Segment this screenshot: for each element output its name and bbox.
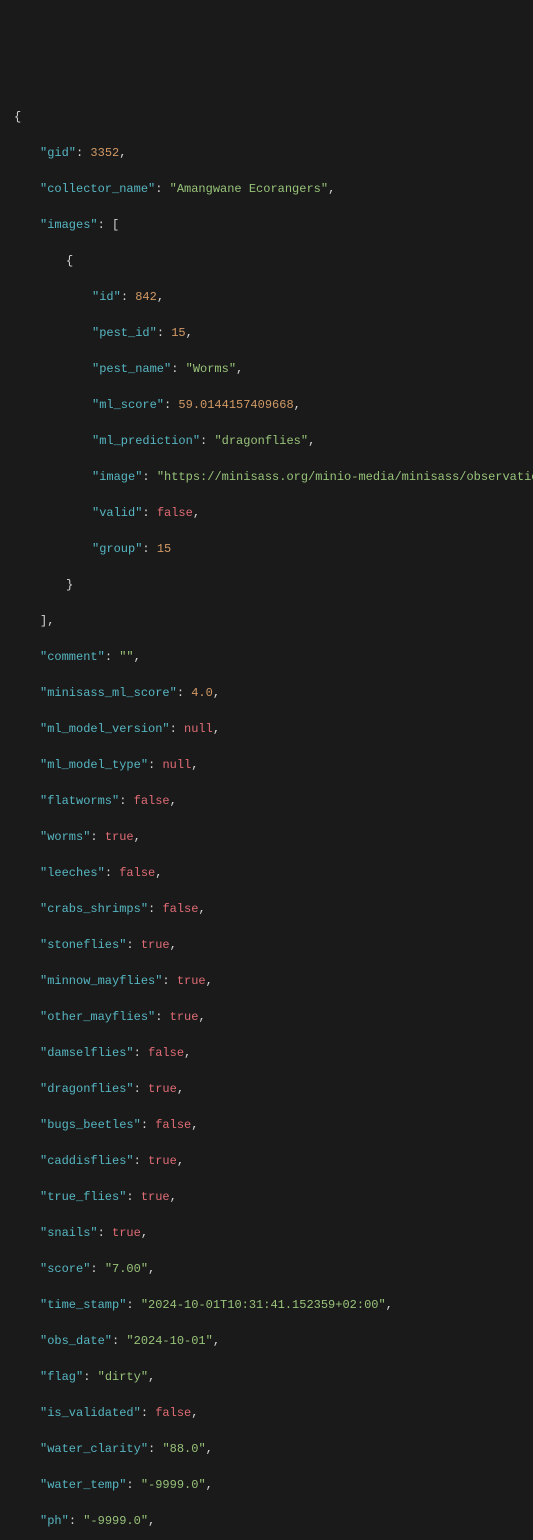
json-field: "bugs_beetles": false, [14,1116,533,1134]
json-field: "water_clarity": "88.0", [14,1440,533,1458]
json-field: "minisass_ml_score": 4.0, [14,684,533,702]
json-field: "dragonflies": true, [14,1080,533,1098]
json-field: "collector_name": "Amangwane Ecorangers"… [14,180,533,198]
json-field: "snails": true, [14,1224,533,1242]
json-field: "ml_model_type": null, [14,756,533,774]
json-field: "pest_name": "Worms", [14,360,533,378]
brace-open: { [14,252,533,270]
json-field: "image": "https://minisass.org/minio-med… [14,468,533,486]
json-field: "gid": 3352, [14,144,533,162]
json-field: "images": [ [14,216,533,234]
brace-close: } [14,576,533,594]
json-field: "is_validated": false, [14,1404,533,1422]
json-field: "id": 842, [14,288,533,306]
json-field: "ml_model_version": null, [14,720,533,738]
json-field: "valid": false, [14,504,533,522]
json-field: "true_flies": true, [14,1188,533,1206]
json-field: "time_stamp": "2024-10-01T10:31:41.15235… [14,1296,533,1314]
json-field: "score": "7.00", [14,1260,533,1278]
json-field: "group": 15 [14,540,533,558]
json-field: "other_mayflies": true, [14,1008,533,1026]
json-field: "leeches": false, [14,864,533,882]
brace-open: { [14,108,533,126]
json-field: "minnow_mayflies": true, [14,972,533,990]
json-field: "ml_prediction": "dragonflies", [14,432,533,450]
json-field: "pest_id": 15, [14,324,533,342]
json-field: "worms": true, [14,828,533,846]
json-code-block: { "gid": 3352, "collector_name": "Amangw… [14,90,533,1540]
json-field: "ml_score": 59.0144157409668, [14,396,533,414]
json-field: "ph": "-9999.0", [14,1512,533,1530]
json-field: "crabs_shrimps": false, [14,900,533,918]
json-field: "comment": "", [14,648,533,666]
json-field: "flag": "dirty", [14,1368,533,1386]
json-field: "flatworms": false, [14,792,533,810]
json-field: "damselflies": false, [14,1044,533,1062]
bracket-close: ], [14,612,533,630]
json-field: "stoneflies": true, [14,936,533,954]
json-field: "water_temp": "-9999.0", [14,1476,533,1494]
json-field: "caddisflies": true, [14,1152,533,1170]
json-field: "obs_date": "2024-10-01", [14,1332,533,1350]
